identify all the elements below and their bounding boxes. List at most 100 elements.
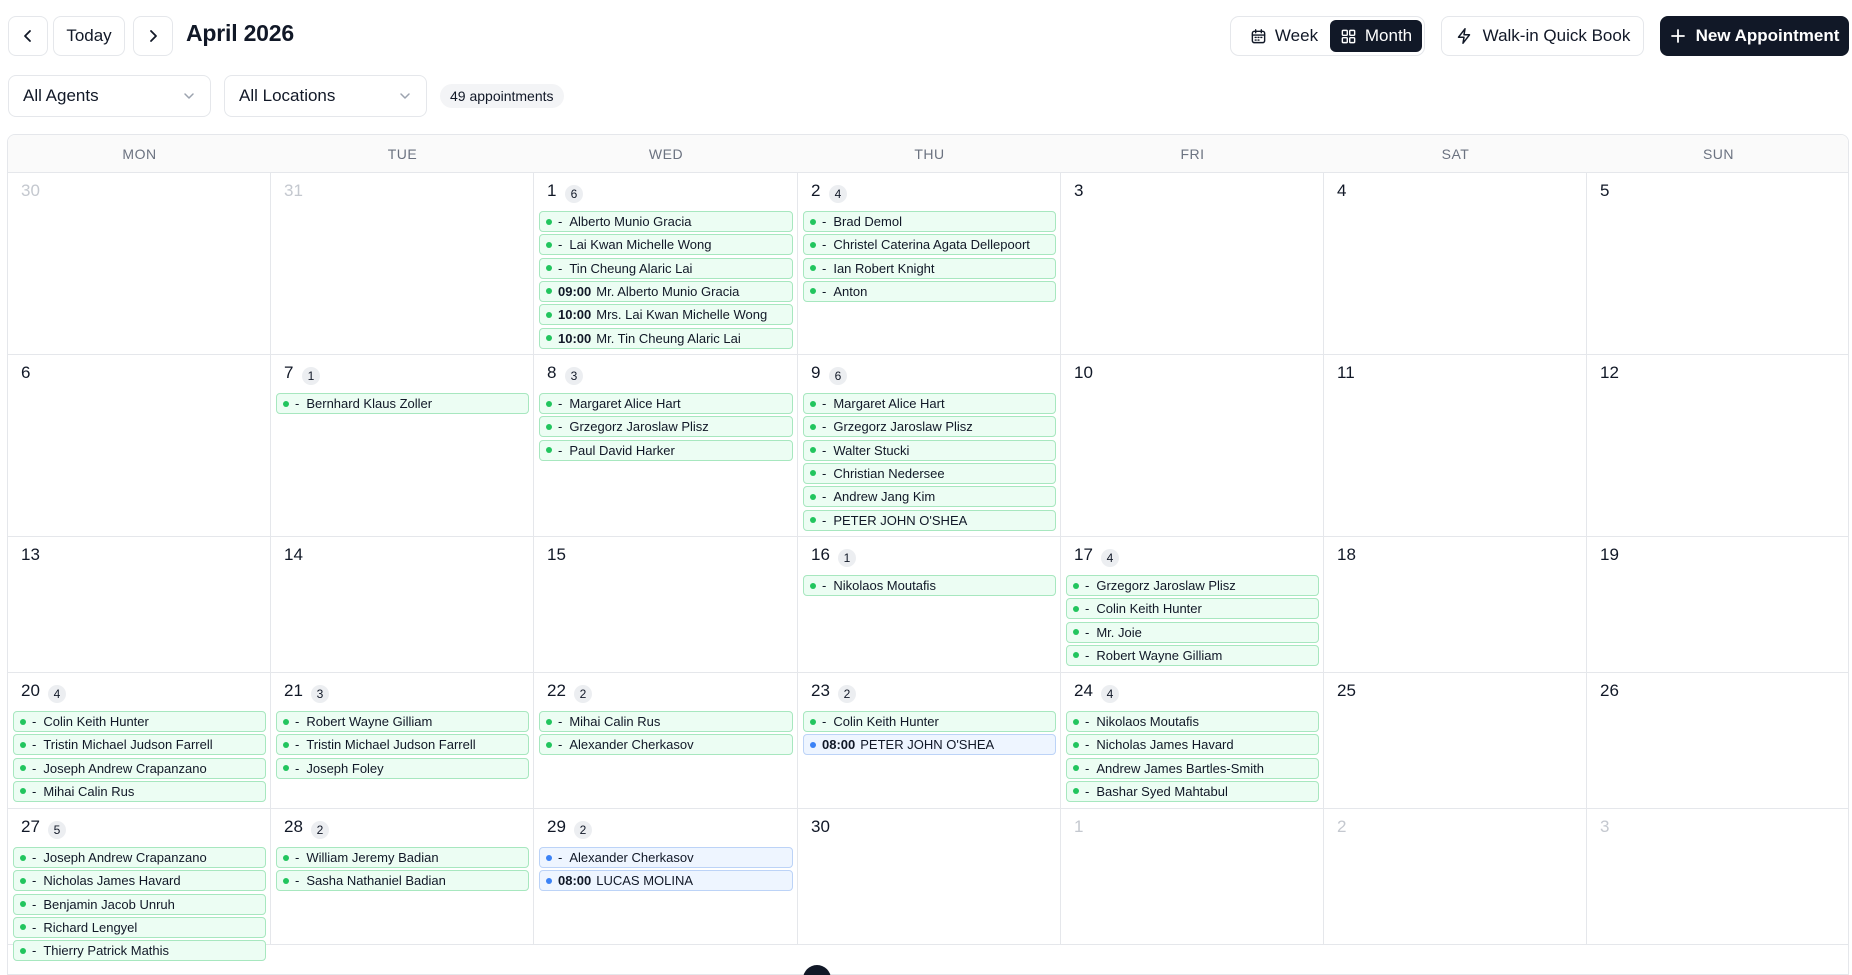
appointment-event[interactable]: - Alexander Cherkasov	[539, 847, 793, 868]
appointment-event[interactable]: - Colin Keith Hunter	[13, 711, 266, 732]
appointment-event[interactable]: - Benjamin Jacob Unruh	[13, 893, 266, 915]
appointment-event[interactable]: - Nikolaos Moutafis	[803, 575, 1056, 596]
appointment-event[interactable]: - Nicholas James Havard	[13, 870, 266, 892]
day-cell[interactable]: 28 2- William Jeremy Badian - Sasha Nathanie…	[271, 809, 534, 945]
appointment-event[interactable]: - Mihai Calin Rus	[539, 711, 793, 732]
appointment-event[interactable]: - Joseph Andrew Crapanzano	[13, 847, 266, 868]
appointment-event[interactable]: - Sasha Nathaniel Badian	[276, 870, 529, 892]
day-cell[interactable]: 2 4- Brad Demol - Christel Caterina Agata De…	[798, 173, 1061, 355]
appointment-event[interactable]: - Christian Nedersee	[803, 462, 1056, 484]
day-cell[interactable]: 10	[1061, 355, 1324, 537]
day-cell[interactable]: 25	[1324, 673, 1587, 809]
day-cell[interactable]: 3	[1587, 809, 1848, 945]
today-button[interactable]: Today	[53, 16, 125, 56]
day-cell[interactable]: 29 2- Alexander Cherkasov 08:00 LUCAS MOLINA	[534, 809, 798, 945]
appointment-event[interactable]: - Nikolaos Moutafis	[1066, 711, 1319, 732]
appointment-event[interactable]: - Robert Wayne Gilliam	[276, 711, 529, 732]
appointment-event[interactable]: - Colin Keith Hunter	[803, 711, 1056, 732]
appointment-event[interactable]: - Grzegorz Jaroslaw Plisz	[1066, 575, 1319, 596]
appointment-event[interactable]: - Mihai Calin Rus	[13, 780, 266, 802]
day-cell[interactable]: 14	[271, 537, 534, 673]
day-cell[interactable]: 20 4- Colin Keith Hunter - Tristin Michael J…	[8, 673, 271, 809]
appointment-event[interactable]: - Grzegorz Jaroslaw Plisz	[803, 416, 1056, 438]
appointment-event[interactable]: - Grzegorz Jaroslaw Plisz	[539, 416, 793, 438]
appointment-event[interactable]: 10:00 Mr. Tin Cheung Alaric Lai	[539, 327, 793, 349]
locations-select[interactable]: All Locations	[224, 75, 427, 117]
appointment-event[interactable]: - Paul David Harker	[539, 439, 793, 461]
appointment-event[interactable]: - Robert Wayne Gilliam	[1066, 644, 1319, 666]
appointment-event[interactable]: - Alberto Munio Gracia	[539, 211, 793, 232]
appointment-event[interactable]: - Tristin Michael Judson Farrell	[276, 734, 529, 756]
appointment-time: 09:00	[558, 283, 592, 299]
day-cell[interactable]: 17 4- Grzegorz Jaroslaw Plisz - Colin Keith …	[1061, 537, 1324, 673]
day-cell[interactable]: 26	[1587, 673, 1848, 809]
day-cell[interactable]: 16 1- Nikolaos Moutafis	[798, 537, 1061, 673]
day-cell[interactable]: 11	[1324, 355, 1587, 537]
day-cell[interactable]: 18	[1324, 537, 1587, 673]
walk-in-quick-book-button[interactable]: Walk-in Quick Book	[1441, 16, 1644, 56]
day-number: 3	[1074, 181, 1084, 200]
day-cell[interactable]: 22 2- Mihai Calin Rus - Alexander Cherkasov	[534, 673, 798, 809]
appointment-event[interactable]: - Walter Stucki	[803, 439, 1056, 461]
day-cell[interactable]: 12	[1587, 355, 1848, 537]
appointment-event[interactable]: - Brad Demol	[803, 211, 1056, 232]
day-cell[interactable]: 3	[1061, 173, 1324, 355]
next-month-button[interactable]	[133, 16, 173, 56]
previous-month-button[interactable]	[8, 16, 48, 56]
appointment-event[interactable]: 10:00 Mrs. Lai Kwan Michelle Wong	[539, 304, 793, 326]
day-cell[interactable]: 1	[1061, 809, 1324, 945]
appointment-event[interactable]: - Margaret Alice Hart	[803, 393, 1056, 414]
appointment-event[interactable]: - Lai Kwan Michelle Wong	[539, 234, 793, 256]
appointment-event[interactable]: - Tin Cheung Alaric Lai	[539, 257, 793, 279]
day-cell[interactable]: 31	[271, 173, 534, 355]
appointment-event[interactable]: 08:00 LUCAS MOLINA	[539, 870, 793, 892]
day-cell[interactable]: 4	[1324, 173, 1587, 355]
appointment-event[interactable]: - Bashar Syed Mahtabul	[1066, 780, 1319, 802]
day-cell[interactable]: 24 4- Nikolaos Moutafis - Nicholas James Hav…	[1061, 673, 1324, 809]
day-cell[interactable]: 2	[1324, 809, 1587, 945]
status-dot-icon	[283, 877, 289, 884]
appointment-event[interactable]: - Anton	[803, 280, 1056, 302]
day-cell[interactable]: 5	[1587, 173, 1848, 355]
appointment-event[interactable]: - Joseph Andrew Crapanzano	[13, 757, 266, 779]
day-cell[interactable]: 8 3- Margaret Alice Hart - Grzegorz Jaroslaw…	[534, 355, 798, 537]
day-cell[interactable]: 27 5- Joseph Andrew Crapanzano - Nicholas Ja…	[8, 809, 271, 962]
day-number: 13	[21, 545, 40, 564]
appointment-event[interactable]: - William Jeremy Badian	[276, 847, 529, 868]
status-dot-icon	[546, 854, 552, 861]
appointment-event[interactable]: - Richard Lengyel	[13, 916, 266, 938]
appointment-event[interactable]: 08:00 PETER JOHN O'SHEA	[803, 734, 1056, 756]
appointment-event[interactable]: - Andrew Jang Kim	[803, 486, 1056, 508]
appointment-event[interactable]: - PETER JOHN O'SHEA	[803, 509, 1056, 531]
appointment-event[interactable]: 09:00 Mr. Alberto Munio Gracia	[539, 280, 793, 302]
day-cell[interactable]: 13	[8, 537, 271, 673]
appointment-event[interactable]: - Ian Robert Knight	[803, 257, 1056, 279]
appointment-event[interactable]: - Joseph Foley	[276, 757, 529, 779]
day-cell[interactable]: 7 1- Bernhard Klaus Zoller	[271, 355, 534, 537]
appointment-event[interactable]: - Thierry Patrick Mathis	[13, 940, 266, 962]
day-cell[interactable]: 1 6- Alberto Munio Gracia - Lai Kwan Michell…	[534, 173, 798, 355]
day-cell[interactable]: 30	[798, 809, 1061, 945]
day-cell[interactable]: 21 3- Robert Wayne Gilliam - Tristin Michael…	[271, 673, 534, 809]
month-view-button[interactable]: Month	[1330, 20, 1422, 52]
appointment-event[interactable]: - Colin Keith Hunter	[1066, 598, 1319, 620]
new-appointment-button[interactable]: New Appointment	[1660, 16, 1849, 56]
appointment-event[interactable]: - Nicholas James Havard	[1066, 734, 1319, 756]
day-cell[interactable]: 9 6- Margaret Alice Hart - Grzegorz Jaroslaw…	[798, 355, 1061, 537]
day-cell[interactable]: 6	[8, 355, 271, 537]
appointment-event[interactable]: - Andrew James Bartles-Smith	[1066, 757, 1319, 779]
day-cell[interactable]: 30	[8, 173, 271, 355]
day-number: 17	[1074, 545, 1093, 564]
appointment-event[interactable]: - Alexander Cherkasov	[539, 734, 793, 756]
week-view-button[interactable]: Week	[1235, 20, 1333, 52]
appointment-event[interactable]: - Tristin Michael Judson Farrell	[13, 734, 266, 756]
appointment-time: -	[1085, 737, 1090, 753]
agents-select[interactable]: All Agents	[8, 75, 211, 117]
appointment-event[interactable]: - Margaret Alice Hart	[539, 393, 793, 414]
appointment-event[interactable]: - Mr. Joie	[1066, 621, 1319, 643]
appointment-event[interactable]: - Christel Caterina Agata Dellepoort	[803, 234, 1056, 256]
day-cell[interactable]: 15	[534, 537, 798, 673]
appointment-event[interactable]: - Bernhard Klaus Zoller	[276, 393, 529, 414]
day-cell[interactable]: 19	[1587, 537, 1848, 673]
day-cell[interactable]: 23 2- Colin Keith Hunter 08:00 PETER JOHN O'…	[798, 673, 1061, 809]
